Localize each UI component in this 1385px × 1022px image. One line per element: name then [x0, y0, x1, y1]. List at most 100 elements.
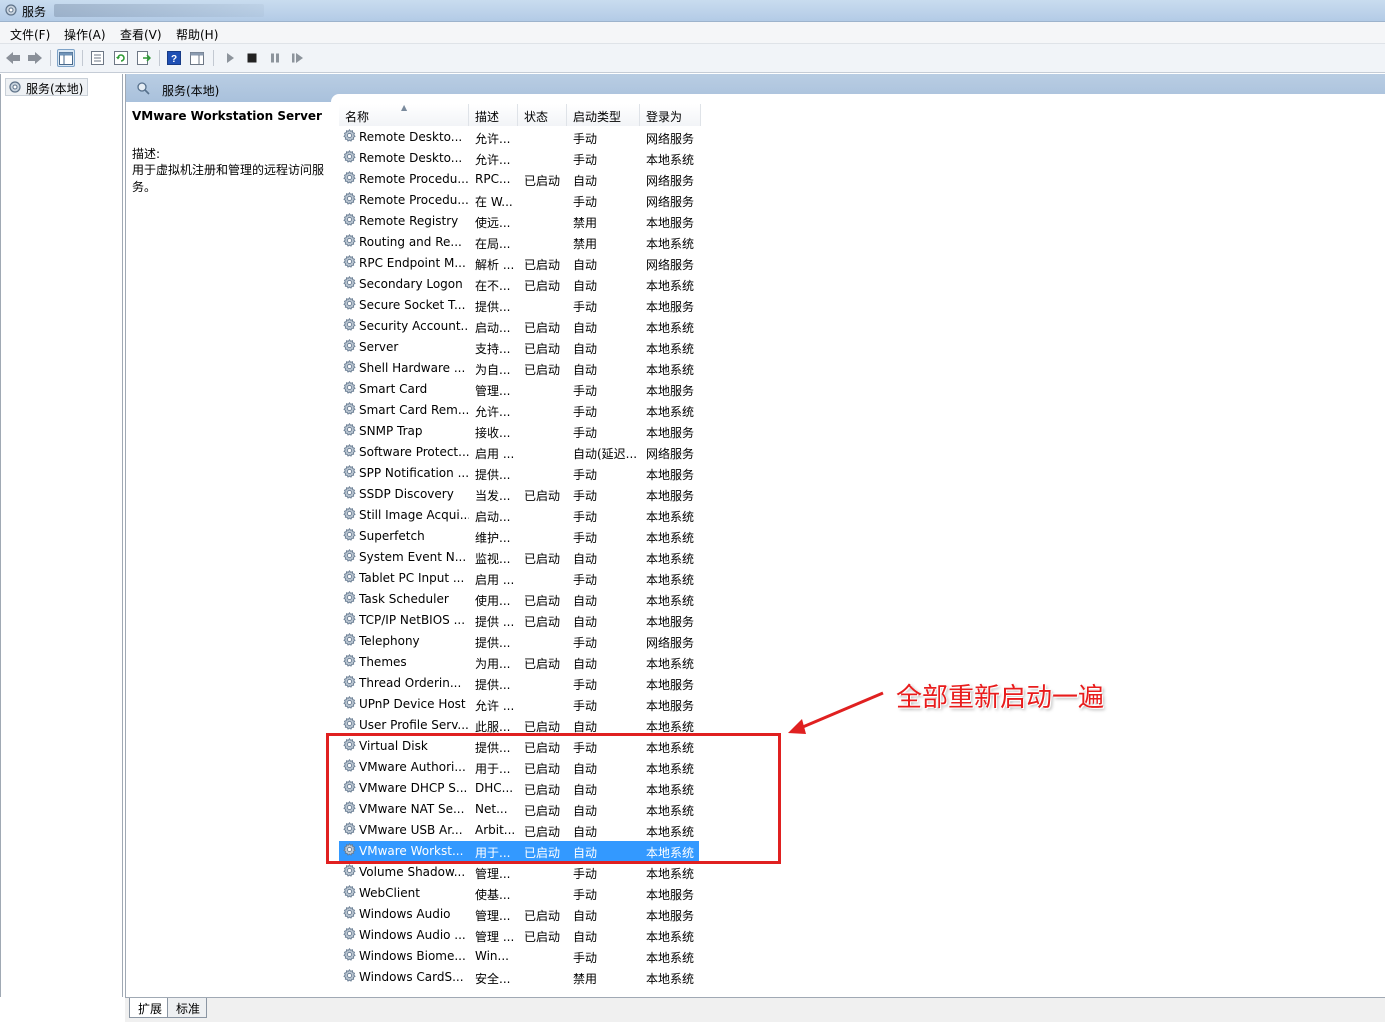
menu-view[interactable]: 查看(V) [120, 26, 162, 43]
service-description-cell: 使基... [475, 888, 511, 902]
table-row[interactable]: Windows Audio ... 管理 ... 已启动 自动 本地系统 [339, 925, 699, 946]
table-row[interactable]: Security Account... 启动... 已启动 自动 本地系统 [339, 316, 699, 337]
menu-help[interactable]: 帮助(H) [176, 26, 218, 43]
properties-icon[interactable] [88, 49, 106, 67]
column-header-startup-type[interactable]: 启动类型 [567, 104, 640, 126]
table-row[interactable]: Remote Procedu... RPC... 已启动 自动 网络服务 [339, 169, 699, 190]
service-startup-type-cell: 自动 [573, 321, 598, 335]
service-startup-type-cell: 手动 [573, 426, 598, 440]
table-row[interactable]: TCP/IP NetBIOS ... 提供 ... 已启动 自动 本地服务 [339, 610, 699, 631]
table-row[interactable]: Smart Card 管理... 手动 本地服务 [339, 379, 699, 400]
table-row[interactable]: Tablet PC Input ... 启用 ... 手动 本地系统 [339, 568, 699, 589]
table-row[interactable]: Task Scheduler 使用... 已启动 自动 本地系统 [339, 589, 699, 610]
sort-ascending-icon: ▲ [401, 104, 408, 112]
table-row[interactable]: Smart Card Rem... 允许... 手动 本地系统 [339, 400, 699, 421]
table-row[interactable]: Shell Hardware ... 为自... 已启动 自动 本地系统 [339, 358, 699, 379]
table-row[interactable]: Themes 为用... 已启动 自动 本地系统 [339, 652, 699, 673]
service-gear-icon [343, 969, 356, 985]
service-gear-icon [343, 885, 356, 901]
service-startup-type-cell: 自动 [573, 363, 598, 377]
table-row[interactable]: RPC Endpoint M... 解析 ... 已启动 自动 网络服务 [339, 253, 699, 274]
restart-service-icon[interactable] [289, 49, 307, 67]
table-row[interactable]: Windows Biome... Win... 手动 本地系统 [339, 946, 699, 967]
show-hide-action-pane-icon[interactable] [188, 49, 206, 67]
service-name-cell: RPC Endpoint M... [359, 256, 466, 270]
table-row[interactable]: Secondary Logon 在不... 已启动 自动 本地系统 [339, 274, 699, 295]
console-tree-icon[interactable] [57, 49, 75, 67]
service-gear-icon [343, 444, 356, 460]
table-row[interactable]: SSDP Discovery 当发... 已启动 手动 本地服务 [339, 484, 699, 505]
service-name-cell: Secondary Logon [359, 277, 463, 291]
service-startup-type-cell: 自动 [573, 552, 598, 566]
table-row[interactable]: Software Protect... 启用 ... 自动(延迟... 网络服务 [339, 442, 699, 463]
table-row[interactable]: Still Image Acqui... 启动... 手动 本地系统 [339, 505, 699, 526]
tree-item-services-local[interactable]: 服务(本地) [5, 78, 89, 96]
table-row[interactable]: Windows CardS... 安全... 禁用 本地系统 [339, 967, 699, 988]
table-row[interactable]: System Event N... 监视... 已启动 自动 本地系统 [339, 547, 699, 568]
selected-service-name: VMware Workstation Server [132, 109, 322, 123]
service-startup-type-cell: 自动 [573, 615, 598, 629]
tab-standard[interactable]: 标准 [167, 998, 208, 1018]
table-row[interactable]: Windows Audio 管理... 已启动 自动 本地服务 [339, 904, 699, 925]
service-logon-cell: 本地系统 [646, 552, 695, 566]
service-status-cell: 已启动 [524, 657, 561, 671]
service-startup-type-cell: 自动 [573, 258, 598, 272]
service-logon-cell: 网络服务 [646, 258, 695, 272]
forward-arrow-icon[interactable] [26, 49, 44, 67]
service-description-cell: 使远... [475, 216, 511, 230]
service-logon-cell: 本地服务 [646, 216, 695, 230]
tab-extended[interactable]: 扩展 [129, 998, 170, 1018]
service-startup-type-cell: 手动 [573, 132, 598, 146]
back-arrow-icon[interactable] [4, 49, 22, 67]
annotation-arrow [788, 691, 884, 734]
table-row[interactable]: Superfetch 维护... 手动 本地系统 [339, 526, 699, 547]
service-gear-icon [343, 906, 356, 922]
table-row[interactable]: Routing and Re... 在局... 禁用 本地系统 [339, 232, 699, 253]
column-header-name[interactable]: ▲ 名称 [339, 104, 469, 126]
table-row[interactable]: Server 支持... 已启动 自动 本地系统 [339, 337, 699, 358]
pause-service-icon[interactable] [266, 49, 284, 67]
table-row[interactable]: Remote Registry 使远... 禁用 本地服务 [339, 211, 699, 232]
menu-file[interactable]: 文件(F) [10, 26, 50, 43]
service-logon-cell: 本地系统 [646, 930, 695, 944]
table-row[interactable]: Thread Orderin... 提供... 手动 本地服务 [339, 673, 699, 694]
service-description-cell: 允许... [475, 132, 511, 146]
refresh-icon[interactable] [112, 49, 130, 67]
export-list-icon[interactable] [135, 49, 153, 67]
table-row[interactable]: SNMP Trap 接收... 手动 本地服务 [339, 421, 699, 442]
service-description-cell: 支持... [475, 342, 511, 356]
table-row[interactable]: UPnP Device Host 允许 ... 手动 本地服务 [339, 694, 699, 715]
table-row[interactable]: Volume Shadow... 管理... 手动 本地系统 [339, 862, 699, 883]
menu-bar: 文件(F) 操作(A) 查看(V) 帮助(H) [0, 22, 1385, 44]
service-startup-type-cell: 手动 [573, 699, 598, 713]
service-description-cell: 安全... [475, 972, 511, 986]
service-startup-type-cell: 手动 [573, 888, 598, 902]
table-row[interactable]: WebClient 使基... 手动 本地服务 [339, 883, 699, 904]
table-row[interactable]: Remote Deskto... 允许... 手动 本地系统 [339, 148, 699, 169]
column-header-description[interactable]: 描述 [469, 104, 518, 126]
menu-action[interactable]: 操作(A) [64, 26, 106, 43]
service-status-cell: 已启动 [524, 930, 561, 944]
help-icon[interactable]: ? [165, 49, 183, 67]
service-logon-cell: 本地系统 [646, 363, 695, 377]
service-description-panel: VMware Workstation Server 描述: 用于虚拟机注册和管理… [132, 109, 332, 196]
service-name-cell: SSDP Discovery [359, 487, 454, 501]
table-row[interactable]: Telephony 提供... 手动 网络服务 [339, 631, 699, 652]
start-service-icon[interactable] [221, 49, 239, 67]
service-name-cell: System Event N... [359, 550, 467, 564]
stop-service-icon[interactable] [243, 49, 261, 67]
service-description-cell: 允许... [475, 405, 511, 419]
service-name-cell: Remote Deskto... [359, 130, 463, 144]
toolbar-separator [159, 50, 160, 66]
table-row[interactable]: Secure Socket T... 提供... 手动 本地服务 [339, 295, 699, 316]
table-row[interactable]: Remote Deskto... 允许... 手动 网络服务 [339, 127, 699, 148]
service-name-cell: UPnP Device Host [359, 697, 466, 711]
service-startup-type-cell: 手动 [573, 195, 598, 209]
column-header-status[interactable]: 状态 [518, 104, 567, 126]
service-gear-icon [343, 339, 356, 355]
service-description-cell: 在 W... [475, 195, 513, 209]
table-row[interactable]: Remote Procedu... 在 W... 手动 网络服务 [339, 190, 699, 211]
table-row[interactable]: SPP Notification ... 提供... 手动 本地服务 [339, 463, 699, 484]
service-gear-icon [343, 948, 356, 964]
column-header-logon[interactable]: 登录为 [640, 104, 701, 126]
